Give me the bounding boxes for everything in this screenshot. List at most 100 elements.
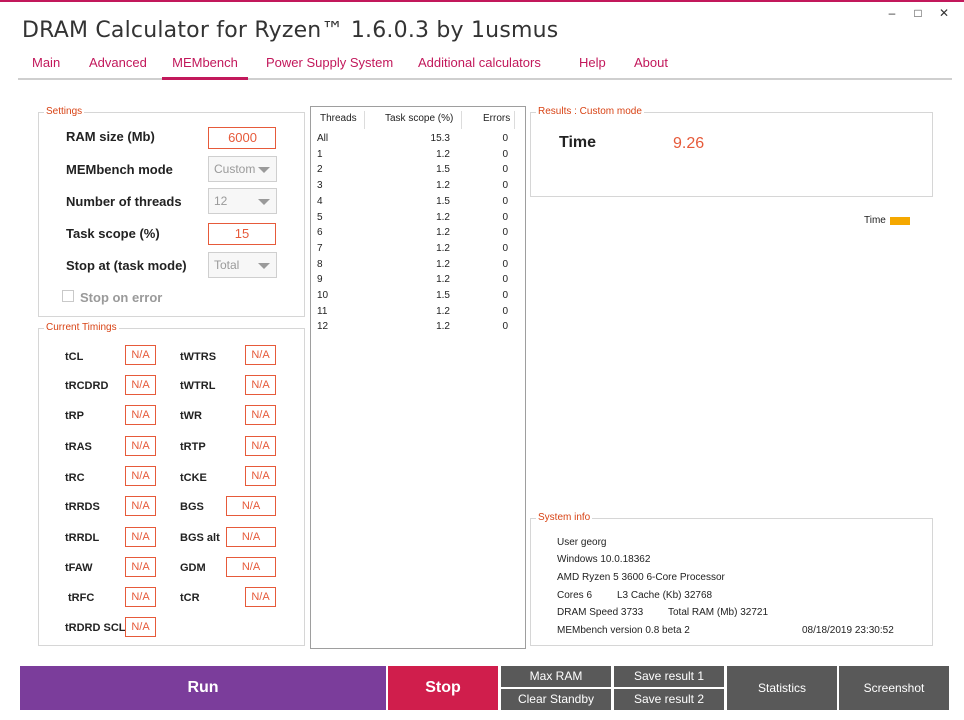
table-row[interactable]: 8 1.2 0 [311, 257, 525, 273]
table-row[interactable]: 1 1.2 0 [311, 147, 525, 163]
timing-label-tras: tRAS [65, 441, 92, 453]
cell-errors: 0 [502, 305, 508, 317]
cell-errors: 0 [502, 242, 508, 254]
cell-thread: 7 [317, 242, 323, 254]
timing-value-trtp: N/A [245, 436, 276, 456]
clear-standby-button[interactable]: Clear Standby [501, 689, 611, 710]
sys-datetime: 08/18/2019 23:30:52 [802, 625, 894, 636]
timing-label-trp: tRP [65, 410, 84, 422]
sys-cores: Cores 6 [557, 590, 593, 601]
thread-table[interactable]: Threads Task scope (%) Errors All 15.3 0 1… [310, 106, 526, 649]
tab-about[interactable]: About [634, 55, 668, 80]
timing-label-twtrs: tWTRS [180, 351, 217, 363]
save-result-1-button[interactable]: Save result 1 [614, 666, 724, 687]
statistics-button[interactable]: Statistics [727, 666, 837, 710]
timing-value-twtrl: N/A [245, 375, 276, 395]
app-title: DRAM Calculator for Ryzen™ 1.6.0.3 by 1u… [22, 18, 559, 43]
membench-mode-select[interactable]: Custom [208, 156, 277, 182]
cell-thread: 12 [317, 321, 329, 333]
cell-errors: 0 [502, 321, 508, 333]
max-ram-button[interactable]: Max RAM [501, 666, 611, 687]
timing-value-twr: N/A [245, 405, 276, 425]
cell-errors: 0 [502, 180, 508, 192]
column-header-threads: Threads [320, 113, 357, 124]
screenshot-button[interactable]: Screenshot [839, 666, 949, 710]
cell-task-scope: 1.2 [436, 258, 450, 270]
table-row[interactable]: 2 1.5 0 [311, 162, 525, 178]
timing-label-trc: tRC [65, 472, 85, 484]
run-button[interactable]: Run [20, 666, 386, 710]
task-scope-label: Task scope (%) [66, 226, 160, 241]
sys-cpu: AMD Ryzen 5 3600 6-Core Processor [557, 572, 725, 583]
cell-task-scope: 1.5 [436, 290, 450, 301]
column-divider [514, 111, 515, 129]
tab-power-supply-system[interactable]: Power Supply System [266, 55, 393, 80]
ram-size-label: RAM size (Mb) [66, 129, 155, 144]
table-row[interactable]: 11 1.2 0 [311, 304, 525, 320]
cell-thread: 3 [317, 180, 323, 192]
timing-value-gdm: N/A [226, 557, 276, 577]
stop-button[interactable]: Stop [388, 666, 498, 710]
task-scope-input[interactable]: 15 [208, 223, 276, 245]
cell-task-scope: 1.5 [436, 195, 450, 207]
cell-task-scope: 1.2 [436, 305, 450, 317]
threads-select[interactable]: 12 [208, 188, 277, 214]
close-icon[interactable]: ✕ [938, 6, 950, 20]
timing-value-bgs: N/A [226, 496, 276, 516]
table-row[interactable]: 6 1.2 0 [311, 225, 525, 241]
table-row[interactable]: 5 1.2 0 [311, 210, 525, 226]
sys-user: User georg [557, 537, 607, 548]
table-row[interactable]: 9 1.2 0 [311, 272, 525, 288]
maximize-icon[interactable]: □ [912, 6, 924, 20]
timing-label-trfc: tRFC [68, 592, 95, 604]
tab-additional-calculators[interactable]: Additional calculators [418, 55, 541, 80]
table-row[interactable]: 7 1.2 0 [311, 241, 525, 257]
results-title: Results : Custom mode [536, 106, 644, 118]
ram-size-input[interactable]: 6000 [208, 127, 276, 149]
column-divider [364, 111, 365, 129]
chevron-down-icon [258, 199, 270, 205]
cell-thread: 9 [317, 274, 323, 286]
timing-label-tcr: tCR [180, 592, 200, 604]
table-row[interactable]: 12 1.2 0 [311, 319, 525, 335]
timing-label-trtp: tRTP [180, 441, 206, 453]
timing-label-bgs: BGS [180, 501, 204, 513]
timing-value-trc: N/A [125, 466, 156, 486]
chevron-down-icon [258, 167, 270, 173]
cell-task-scope: 1.2 [436, 148, 450, 160]
result-time-label: Time [559, 134, 597, 151]
cell-thread: All [317, 133, 329, 144]
cell-thread: 5 [317, 211, 323, 223]
tab-membench[interactable]: MEMbench [162, 55, 248, 80]
timing-value-tras: N/A [125, 436, 156, 456]
table-row[interactable]: 3 1.2 0 [311, 178, 525, 194]
table-row[interactable]: 10 1.5 0 [311, 288, 525, 304]
tab-help[interactable]: Help [579, 55, 606, 80]
chevron-down-icon [258, 263, 270, 269]
column-divider [461, 111, 462, 129]
settings-title: Settings [44, 106, 85, 118]
save-result-2-button[interactable]: Save result 2 [614, 689, 724, 710]
minimize-icon[interactable]: – [886, 6, 898, 20]
cell-task-scope: 15.3 [430, 133, 450, 144]
result-time-value: 9.26 [673, 135, 705, 152]
cell-thread: 8 [317, 258, 323, 270]
table-row[interactable]: All 15.3 0 [311, 131, 525, 147]
cell-errors: 0 [502, 211, 508, 223]
stop-at-label: Stop at (task mode) [66, 258, 187, 273]
sys-total-ram: Total RAM (Mb) 32721 [668, 607, 769, 618]
window-controls: – □ ✕ [886, 6, 950, 20]
timing-value-bgs-alt: N/A [226, 527, 276, 547]
stop-on-error-checkbox[interactable] [62, 290, 74, 302]
membench-mode-label: MEMbench mode [66, 162, 173, 177]
cell-thread: 6 [317, 227, 323, 239]
timing-value-twtrs: N/A [245, 345, 276, 365]
tab-bar: Main Advanced MEMbench Power Supply Syst… [18, 55, 952, 80]
timing-value-trdrd-scl: N/A [125, 617, 156, 637]
tab-advanced[interactable]: Advanced [89, 55, 147, 80]
table-row[interactable]: 4 1.5 0 [311, 194, 525, 210]
stop-at-select[interactable]: Total [208, 252, 277, 278]
cell-errors: 0 [502, 164, 508, 176]
tab-main[interactable]: Main [32, 55, 60, 80]
title-accent-bar [0, 0, 964, 2]
